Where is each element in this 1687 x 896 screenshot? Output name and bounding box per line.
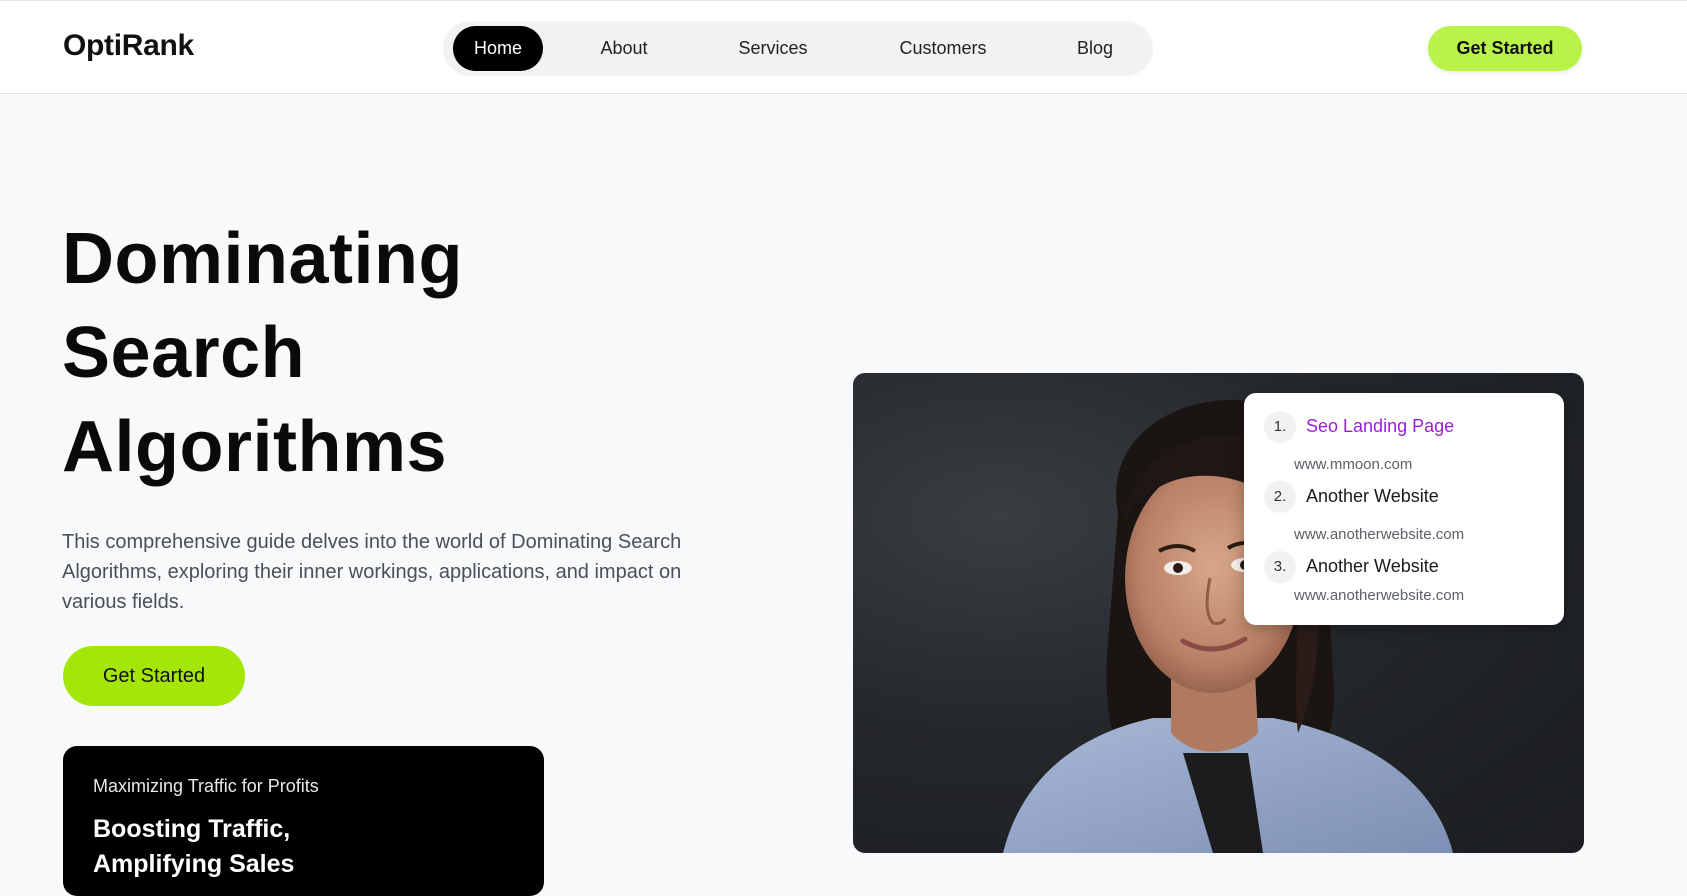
feature-card-eyebrow: Maximizing Traffic for Profits xyxy=(93,776,319,796)
main-nav: Home About Services Customers Blog xyxy=(443,21,1153,76)
result-url: www.anotherwebsite.com xyxy=(1294,526,1465,543)
top-navigation-bar: OptiRank Home About Services Customers B… xyxy=(0,0,1687,94)
hero-get-started-button[interactable]: Get Started xyxy=(63,646,245,706)
hero-description: This comprehensive guide delves into the… xyxy=(62,531,682,613)
nav-item-home[interactable]: Home xyxy=(453,26,543,71)
result-title-link[interactable]: Another Website xyxy=(1306,556,1439,577)
result-title-link[interactable]: Another Website xyxy=(1306,486,1439,507)
feature-card-title: Boosting Traffic, Amplifying Sales xyxy=(93,815,295,878)
hero-title: Dominating Search Algorithms xyxy=(62,212,762,494)
header-get-started-button[interactable]: Get Started xyxy=(1428,26,1582,71)
nav-item-customers[interactable]: Customers xyxy=(880,26,1006,71)
nav-item-services[interactable]: Services xyxy=(718,26,828,71)
search-results-card: 1. Seo Landing Page www.mmoon.com 2. Ano… xyxy=(1244,393,1564,625)
result-url: www.mmoon.com xyxy=(1294,456,1413,473)
search-result-item[interactable]: 3. Another Website www.anotherwebsite.co… xyxy=(1264,551,1554,611)
feature-card[interactable]: Maximizing Traffic for Profits Boosting … xyxy=(63,746,544,896)
nav-item-about[interactable]: About xyxy=(579,26,669,71)
result-rank-badge: 3. xyxy=(1264,551,1296,583)
search-result-item[interactable]: 1. Seo Landing Page www.mmoon.com xyxy=(1264,411,1554,473)
hero-title-line: Dominating xyxy=(62,219,463,299)
nav-item-blog[interactable]: Blog xyxy=(1060,26,1130,71)
result-rank-badge: 1. xyxy=(1264,411,1296,443)
result-title-link[interactable]: Seo Landing Page xyxy=(1306,416,1454,437)
result-rank-badge: 2. xyxy=(1264,481,1296,513)
hero-title-line: Algorithms xyxy=(62,407,448,487)
search-result-item[interactable]: 2. Another Website www.anotherwebsite.co… xyxy=(1264,481,1554,543)
hero-title-line: Search xyxy=(62,313,306,393)
result-url: www.anotherwebsite.com xyxy=(1294,587,1465,604)
brand-logo[interactable]: OptiRank xyxy=(63,29,194,63)
